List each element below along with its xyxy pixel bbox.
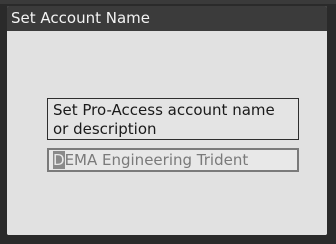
dialog-content: Set Pro-Access account name or descripti…: [7, 31, 327, 235]
lcd-screen: Set Account Name Set Pro-Access account …: [7, 6, 327, 235]
account-name-text: EMA Engineering Trident: [64, 151, 249, 169]
text-cursor: D: [53, 151, 65, 169]
prompt-label: Set Pro-Access account name or descripti…: [47, 98, 299, 140]
bezel-top-edge: [0, 0, 336, 4]
account-name-input[interactable]: DEMA Engineering Trident: [47, 148, 299, 172]
device-bezel: Set Account Name Set Pro-Access account …: [0, 0, 336, 244]
prompt-line-2: or description: [53, 120, 157, 138]
prompt-line-1: Set Pro-Access account name: [53, 101, 275, 119]
window-title: Set Account Name: [7, 6, 327, 31]
bezel-bottom-edge: [0, 236, 336, 244]
